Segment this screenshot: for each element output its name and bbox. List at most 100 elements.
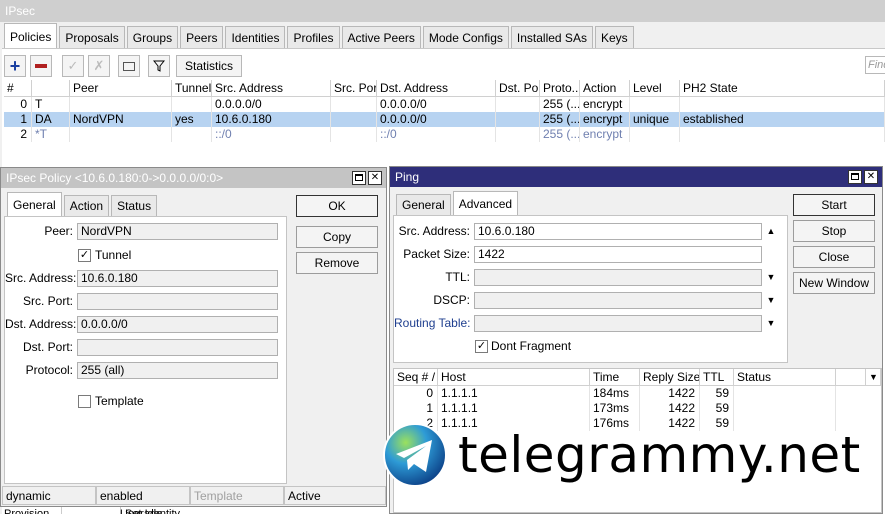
tunnel-checkbox[interactable]: ✓ (78, 249, 91, 262)
tab-profiles[interactable]: Profiles (287, 26, 340, 48)
disable-button[interactable]: ✗ (88, 55, 110, 77)
tab-general[interactable]: General (7, 192, 62, 216)
table-row[interactable]: 1 DA NordVPN yes 10.6.0.180 0.0.0.0/0 25… (4, 112, 885, 127)
add-button[interactable]: + (4, 55, 26, 77)
routing-table-input[interactable] (474, 315, 762, 332)
dont-fragment-checkbox[interactable]: ✓ (475, 340, 488, 353)
tab-peers[interactable]: Peers (180, 26, 224, 48)
row-dport (496, 97, 540, 112)
src-address-field[interactable]: 10.6.0.180 (77, 270, 278, 287)
statistics-button[interactable]: Statistics (176, 55, 243, 77)
col-src-address[interactable]: Src. Address (212, 80, 331, 97)
src-port-field[interactable] (77, 293, 278, 310)
col-reply-size[interactable]: Reply Size (640, 369, 700, 386)
src-address-label: Src. Address: (398, 224, 470, 238)
tunnel-label: Tunnel (95, 248, 132, 262)
col-level[interactable]: Level (630, 80, 680, 97)
new-window-button[interactable]: New Window (793, 272, 875, 294)
close-button[interactable]: ✕ (368, 171, 382, 185)
col-time[interactable]: Time (590, 369, 640, 386)
col-flags[interactable] (32, 80, 70, 97)
triangle-down-icon: ▼ (766, 272, 776, 282)
copy-button[interactable]: Copy (296, 226, 378, 248)
columns-dropdown[interactable]: ▼ (866, 369, 881, 386)
row-level (630, 97, 680, 112)
col-proto[interactable]: Proto... (540, 80, 580, 97)
row-ph2 (680, 127, 885, 142)
row-flags: DA (32, 112, 70, 127)
src-address-up-arrow[interactable]: ▲ (764, 223, 778, 240)
row-proto: 255 (... (540, 97, 580, 112)
close-button[interactable]: ✕ (864, 170, 878, 184)
dst-address-field[interactable]: 0.0.0.0/0 (77, 316, 278, 333)
col-seq[interactable]: Seq # / (394, 369, 438, 386)
row-peer (70, 127, 172, 142)
tab-general[interactable]: General (396, 194, 451, 215)
col-ph2-state[interactable]: PH2 State (680, 80, 885, 97)
col-num[interactable]: # (4, 80, 32, 97)
filter-button[interactable] (148, 55, 170, 77)
remove-button[interactable] (30, 55, 52, 77)
src-port-label: Src. Port: (22, 294, 73, 308)
row-peer: NordVPN (70, 112, 172, 127)
maximize-button[interactable] (352, 171, 366, 185)
col-status[interactable]: Status (734, 369, 836, 386)
protocol-field[interactable]: 255 (all) (77, 362, 278, 379)
tab-proposals[interactable]: Proposals (59, 26, 125, 48)
tab-identities[interactable]: Identities (225, 26, 286, 48)
table-row[interactable]: 2 *T ::/0 ::/0 255 (... encrypt (4, 127, 885, 142)
col-host[interactable]: Host (438, 369, 590, 386)
policy-window-title: IPsec Policy <10.6.0.180:0->0.0.0.0/0:0>… (1, 168, 386, 188)
ping-tabs: General Advanced (396, 191, 520, 215)
row-status (734, 401, 836, 416)
dscp-label: DSCP: (433, 293, 470, 307)
ok-button[interactable]: OK (296, 195, 378, 217)
table-row[interactable]: 1 1.1.1.1 173ms 1422 59 (394, 401, 881, 416)
tab-policies[interactable]: Policies (4, 23, 58, 48)
close-button[interactable]: Close (793, 246, 875, 268)
routing-table-dropdown[interactable]: ▼ (764, 315, 778, 332)
tab-installed-sas[interactable]: Installed SAs (510, 26, 593, 48)
ttl-dropdown[interactable]: ▼ (764, 269, 778, 286)
col-ttl[interactable]: TTL (700, 369, 734, 386)
tab-keys[interactable]: Keys (594, 26, 634, 48)
col-dst-port[interactable]: Dst. Port (496, 80, 540, 97)
maximize-button[interactable] (848, 170, 862, 184)
routing-table-label[interactable]: Routing Table: (394, 314, 471, 332)
stop-button[interactable]: Stop (793, 220, 875, 242)
tab-active-peers[interactable]: Active Peers (341, 26, 421, 48)
ttl-label: TTL: (445, 270, 470, 284)
triangle-up-icon: ▲ (766, 226, 776, 236)
peer-field[interactable]: NordVPN (77, 223, 278, 240)
col-tunnel[interactable]: Tunnel (172, 80, 212, 97)
dst-port-field[interactable] (77, 339, 278, 356)
table-row[interactable]: 0 T 0.0.0.0/0 0.0.0.0/0 255 (... encrypt (4, 97, 885, 112)
row-size: 1422 (640, 401, 700, 416)
row-proto: 255 (... (540, 112, 580, 127)
triangle-down-icon: ▼ (869, 372, 878, 382)
col-dst-address[interactable]: Dst. Address (377, 80, 496, 97)
remove-button[interactable]: Remove (296, 252, 378, 274)
tab-status[interactable]: Status (111, 195, 158, 216)
tab-action[interactable]: Action (63, 195, 110, 216)
dscp-input[interactable] (474, 292, 762, 309)
filter-icon (153, 60, 165, 72)
comment-button[interactable] (118, 55, 140, 77)
triangle-down-icon: ▼ (766, 318, 776, 328)
dscp-dropdown[interactable]: ▼ (764, 292, 778, 309)
dont-fragment-label: Dont Fragment (491, 339, 572, 353)
start-button[interactable]: Start (793, 194, 875, 216)
col-peer[interactable]: Peer (70, 80, 172, 97)
tab-groups[interactable]: Groups (126, 26, 179, 48)
enable-button[interactable]: ✓ (62, 55, 84, 77)
ttl-input[interactable] (474, 269, 762, 286)
table-row[interactable]: 0 1.1.1.1 184ms 1422 59 (394, 386, 881, 401)
find-input[interactable]: Find (865, 56, 885, 74)
tab-advanced[interactable]: Advanced (452, 191, 519, 215)
tab-mode-configs[interactable]: Mode Configs (422, 26, 509, 48)
col-action[interactable]: Action (580, 80, 630, 97)
packet-size-input[interactable]: 1422 (474, 246, 762, 263)
col-src-port[interactable]: Src. Port (331, 80, 377, 97)
template-checkbox[interactable] (78, 395, 91, 408)
src-address-input[interactable]: 10.6.0.180 (474, 223, 762, 240)
